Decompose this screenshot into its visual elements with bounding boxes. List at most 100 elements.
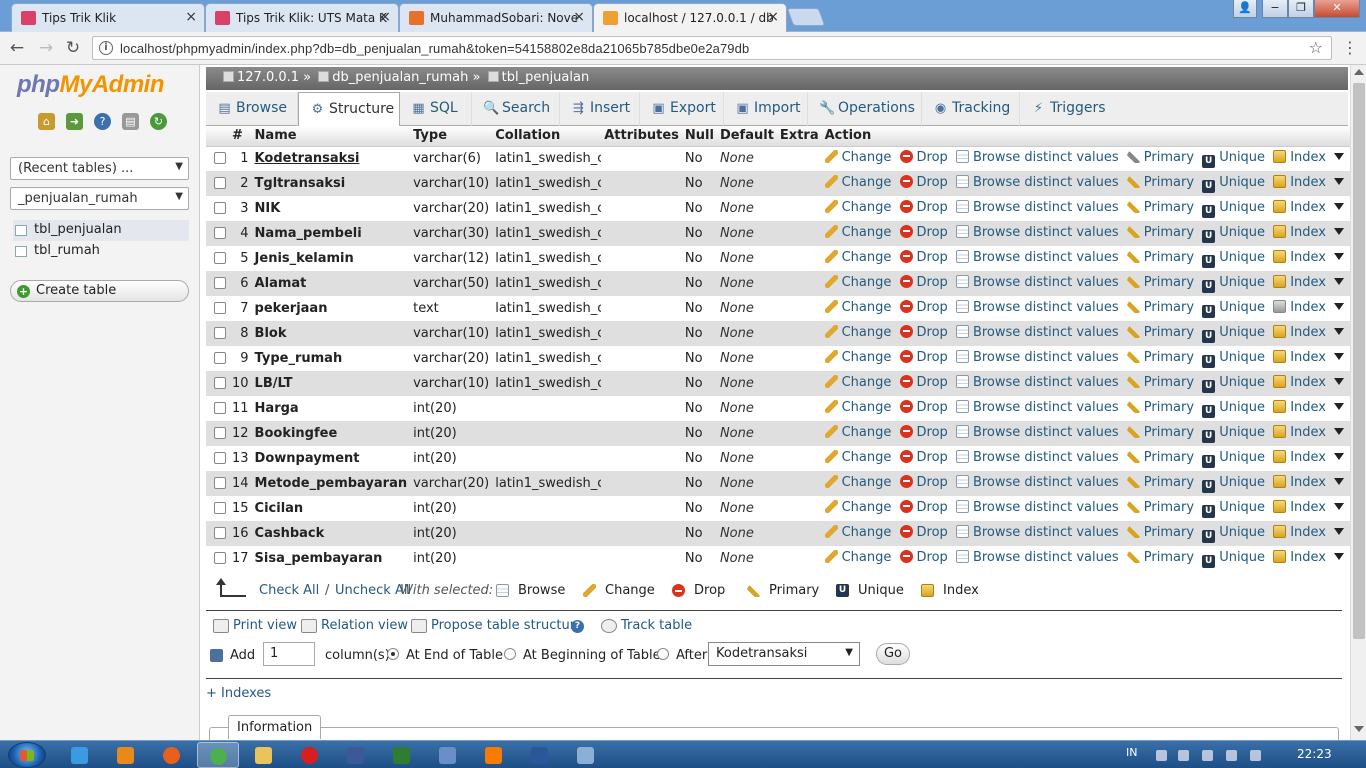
unique-action[interactable]: U Unique — [1202, 450, 1265, 468]
row-checkbox[interactable] — [214, 177, 226, 189]
row-checkbox[interactable] — [214, 352, 226, 364]
tray-arrow-icon[interactable] — [1156, 750, 1167, 761]
change-action[interactable]: Change — [824, 474, 891, 490]
unique-action[interactable]: U Unique — [1202, 300, 1265, 318]
volume-icon[interactable] — [1250, 750, 1261, 761]
header-name[interactable]: Name — [251, 126, 411, 147]
tab-triggers[interactable]: ⚡ Triggers — [1020, 92, 1112, 126]
unique-action[interactable]: U Unique — [1202, 550, 1265, 568]
row-checkbox[interactable] — [214, 377, 226, 389]
primary-action[interactable]: Primary — [1126, 274, 1194, 290]
row-checkbox[interactable] — [214, 252, 226, 264]
unique-action[interactable]: U Unique — [1202, 325, 1265, 343]
drop-action[interactable]: Drop — [899, 349, 948, 365]
unique-action[interactable]: U Unique — [1202, 425, 1265, 443]
drop-action[interactable]: Drop — [899, 274, 948, 290]
row-checkbox[interactable] — [214, 402, 226, 414]
column-count-input[interactable]: 1 — [263, 642, 315, 666]
drop-action[interactable]: Drop — [899, 149, 948, 165]
drop-action[interactable]: Drop — [899, 474, 948, 490]
start-button[interactable] — [8, 742, 46, 768]
change-action[interactable]: Change — [824, 174, 891, 190]
browse-distinct-action[interactable]: Browse distinct values — [955, 199, 1119, 215]
browse-distinct-action[interactable]: Browse distinct values — [955, 524, 1119, 540]
after-field-select[interactable]: Kodetransaksi ▼ — [708, 642, 860, 666]
primary-action[interactable]: Primary — [1126, 174, 1194, 190]
change-action[interactable]: Change — [824, 299, 891, 315]
tab-export[interactable]: ▣ Export — [640, 92, 724, 126]
browse-distinct-action[interactable]: Browse distinct values — [955, 399, 1119, 415]
profile-button[interactable]: 👤 — [1233, 0, 1257, 18]
browser-tab-1[interactable]: Tips Trik Klik × — [11, 3, 205, 32]
unique-action[interactable]: U Unique — [1202, 200, 1265, 218]
drop-action[interactable]: Drop — [899, 249, 948, 265]
index-action[interactable]: Index — [1273, 524, 1326, 540]
browser-menu-icon[interactable]: ⋮ — [1342, 38, 1358, 57]
bulk-change-button[interactable]: Change — [583, 583, 655, 598]
minimize-button[interactable]: − — [1262, 0, 1288, 18]
at-end-radio[interactable] — [387, 648, 399, 660]
scroll-up-icon[interactable] — [1354, 69, 1364, 75]
firefox-taskbar-button[interactable] — [151, 742, 193, 768]
row-checkbox[interactable] — [214, 527, 226, 539]
drop-action[interactable]: Drop — [899, 224, 948, 240]
signal-icon[interactable] — [1226, 750, 1237, 761]
header-attributes[interactable]: Attributes — [601, 126, 682, 147]
drop-action[interactable]: Drop — [899, 499, 948, 515]
tab-operations[interactable]: 🔧 Operations — [808, 92, 922, 126]
change-action[interactable]: Change — [824, 374, 891, 390]
change-action[interactable]: Change — [824, 549, 891, 565]
index-action[interactable]: Index — [1273, 324, 1326, 340]
device-icon[interactable] — [1202, 750, 1213, 761]
home-icon[interactable]: ⌂ — [38, 113, 55, 130]
unique-action[interactable]: U Unique — [1202, 475, 1265, 493]
sidebar-item-tbl-penjualan[interactable]: tbl_penjualan — [13, 220, 189, 241]
change-action[interactable]: Change — [824, 199, 891, 215]
change-action[interactable]: Change — [824, 224, 891, 240]
tab-close-icon[interactable]: × — [185, 9, 197, 25]
browse-distinct-action[interactable]: Browse distinct values — [955, 274, 1119, 290]
tab-import[interactable]: ▣ Import — [724, 92, 808, 126]
header-type[interactable]: Type — [410, 126, 493, 147]
word-taskbar-button[interactable] — [519, 742, 561, 768]
database-select[interactable]: _penjualan_rumah ▼ — [10, 187, 189, 210]
index-action[interactable]: Index — [1273, 474, 1326, 490]
browse-distinct-action[interactable]: Browse distinct values — [955, 249, 1119, 265]
help-icon[interactable]: ? — [571, 620, 584, 633]
url-text[interactable]: localhost/phpmyadmin/index.php?db=db_pen… — [120, 41, 749, 56]
browse-distinct-action[interactable]: Browse distinct values — [955, 324, 1119, 340]
docs-icon[interactable]: ▤ — [122, 113, 139, 130]
breadcrumb-database[interactable]: db_penjualan_rumah — [332, 70, 468, 85]
header-num[interactable]: # — [229, 126, 252, 147]
index-action[interactable]: Index — [1273, 424, 1326, 440]
browse-distinct-action[interactable]: Browse distinct values — [955, 424, 1119, 440]
header-extra[interactable]: Extra — [776, 126, 822, 147]
row-checkbox[interactable] — [214, 502, 226, 514]
propose-structure-link[interactable]: Propose table structure — [408, 618, 583, 633]
track-table-link[interactable]: Track table — [598, 618, 692, 633]
header-default[interactable]: Default — [716, 126, 777, 147]
row-checkbox[interactable] — [214, 277, 226, 289]
breadcrumb-table[interactable]: tbl_penjualan — [502, 70, 590, 85]
at-beginning-radio[interactable] — [504, 648, 516, 660]
unique-action[interactable]: U Unique — [1202, 175, 1265, 193]
primary-action[interactable]: Primary — [1126, 299, 1194, 315]
after-radio[interactable] — [657, 648, 669, 660]
scroll-thumb[interactable] — [1353, 83, 1365, 639]
row-checkbox[interactable] — [214, 202, 226, 214]
site-info-icon[interactable]: i — [99, 41, 113, 55]
primary-action[interactable]: Primary — [1126, 324, 1194, 340]
row-checkbox[interactable] — [214, 427, 226, 439]
browse-distinct-action[interactable]: Browse distinct values — [955, 224, 1119, 240]
scroll-down-icon[interactable] — [1354, 726, 1364, 732]
drop-action[interactable]: Drop — [899, 549, 948, 565]
browse-distinct-action[interactable]: Browse distinct values — [955, 374, 1119, 390]
phpmyadmin-logo[interactable]: phpMyAdmin — [17, 71, 164, 99]
browser-tab-2[interactable]: Tips Trik Klik: UTS Mata K × — [205, 3, 399, 32]
create-table-button[interactable]: + Create table — [10, 280, 189, 302]
primary-action[interactable]: Primary — [1126, 374, 1194, 390]
drop-action[interactable]: Drop — [899, 174, 948, 190]
browse-distinct-action[interactable]: Browse distinct values — [955, 149, 1119, 165]
header-collation[interactable]: Collation — [492, 126, 602, 147]
primary-action[interactable]: Primary — [1126, 249, 1194, 265]
